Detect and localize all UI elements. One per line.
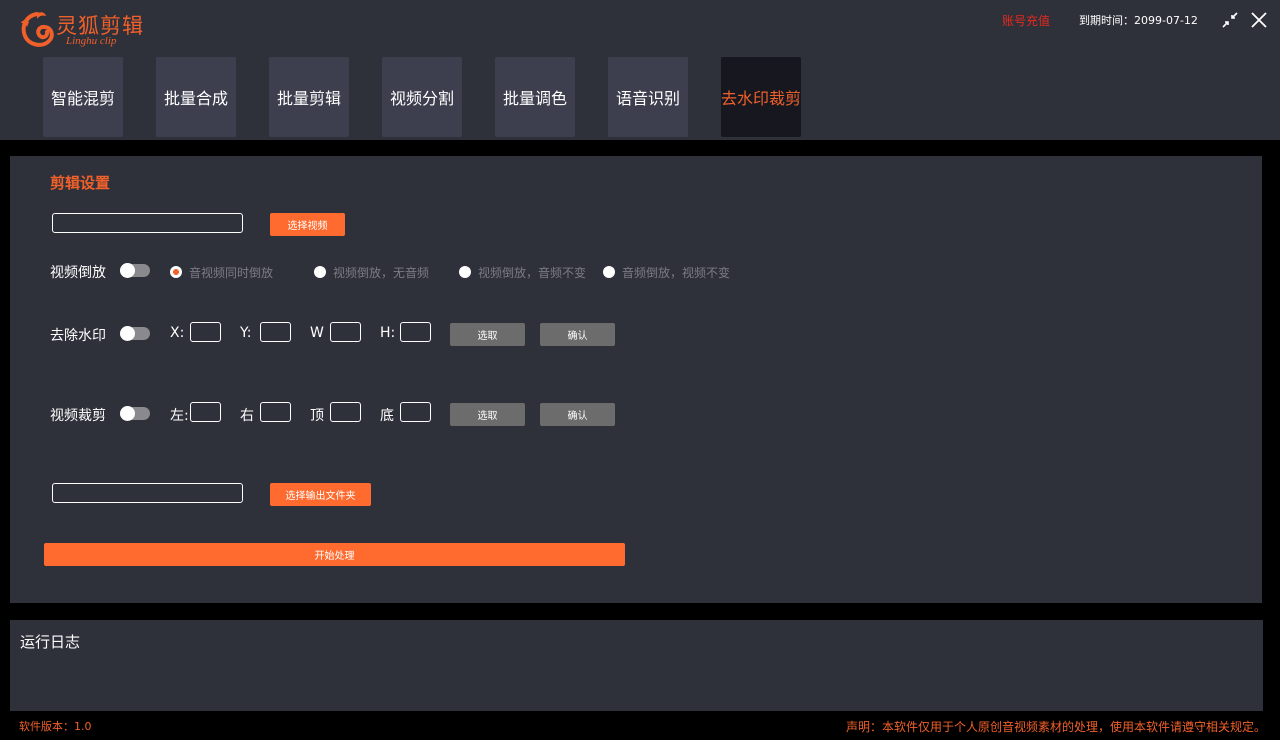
watermark-select-button[interactable]: 选取	[450, 323, 525, 346]
crop-confirm-button[interactable]: 确认	[540, 403, 615, 426]
watermark-y-label: Y:	[240, 325, 252, 341]
reverse-label: 视频倒放	[50, 265, 106, 281]
watermark-toggle[interactable]	[120, 326, 150, 341]
radio-label: 音频倒放，视频不变	[622, 265, 731, 280]
log-title: 运行日志	[20, 633, 81, 651]
output-folder-input[interactable]	[52, 483, 243, 503]
account-recharge-link[interactable]: 账号充值	[1002, 12, 1050, 29]
shrink-arrows-icon	[1222, 12, 1238, 28]
radio-dot	[170, 266, 182, 278]
watermark-h-input[interactable]	[400, 322, 431, 342]
tab-batch-edit[interactable]: 批量剪辑	[269, 57, 349, 137]
reverse-option-both[interactable]: 音视频同时倒放	[170, 265, 274, 280]
toggle-knob	[120, 326, 135, 341]
select-video-button[interactable]: 选择视频	[270, 213, 345, 236]
top-bar: 灵狐剪辑 Linghu clip 账号充值 到期时间：2099-07-12 智能…	[0, 0, 1280, 140]
expiry-date: 到期时间：2099-07-12	[1079, 14, 1198, 27]
app-logo: 灵狐剪辑 Linghu clip	[18, 8, 148, 52]
crop-left-label: 左:	[170, 408, 189, 424]
crop-right-label: 右	[240, 408, 254, 424]
video-path-input[interactable]	[52, 213, 243, 233]
watermark-w-input[interactable]	[330, 322, 361, 342]
log-panel: 运行日志	[10, 620, 1263, 711]
radio-label: 视频倒放，音频不变	[478, 265, 587, 280]
disclaimer-text: 声明：本软件仅用于个人原创音视频素材的处理，使用本软件请遵守相关规定。	[845, 720, 1266, 734]
toggle-knob	[120, 406, 135, 421]
section-title: 剪辑设置	[50, 174, 111, 192]
tab-watermark-crop[interactable]: 去水印裁剪	[721, 57, 801, 137]
watermark-label: 去除水印	[50, 328, 106, 344]
reverse-toggle[interactable]	[120, 263, 150, 278]
crop-left-input[interactable]	[190, 402, 221, 422]
close-button[interactable]	[1249, 10, 1269, 30]
crop-bottom-input[interactable]	[400, 402, 431, 422]
radio-label: 音视频同时倒放	[189, 265, 274, 280]
crop-label: 视频裁剪	[50, 408, 106, 424]
watermark-confirm-button[interactable]: 确认	[540, 323, 615, 346]
crop-bottom-label: 底	[380, 408, 394, 424]
reverse-option-video-audio-unchanged[interactable]: 视频倒放，音频不变	[459, 265, 587, 280]
watermark-y-input[interactable]	[260, 322, 291, 342]
select-output-folder-button[interactable]: 选择输出文件夹	[270, 483, 371, 506]
watermark-x-input[interactable]	[190, 322, 221, 342]
radio-dot	[314, 266, 326, 278]
logo-subtitle: Linghu clip	[66, 35, 117, 47]
close-x-icon	[1251, 12, 1267, 28]
crop-select-button[interactable]: 选取	[450, 403, 525, 426]
software-version: 软件版本：1.0	[19, 720, 92, 733]
crop-right-input[interactable]	[260, 402, 291, 422]
crop-toggle[interactable]	[120, 406, 150, 421]
settings-panel: 剪辑设置 选择视频 视频倒放 音视频同时倒放 视频倒放，无音频 视频倒放，音频不…	[10, 156, 1262, 603]
reverse-option-video-no-audio[interactable]: 视频倒放，无音频	[314, 265, 430, 280]
watermark-x-label: X:	[170, 325, 185, 341]
tab-video-split[interactable]: 视频分割	[382, 57, 462, 137]
crop-top-input[interactable]	[330, 402, 361, 422]
reverse-option-audio-video-unchanged[interactable]: 音频倒放，视频不变	[603, 265, 731, 280]
tab-batch-merge[interactable]: 批量合成	[156, 57, 236, 137]
watermark-w-label: W	[310, 325, 324, 341]
tab-batch-color[interactable]: 批量调色	[495, 57, 575, 137]
fox-swirl-icon	[21, 12, 54, 47]
tab-speech-recognition[interactable]: 语音识别	[608, 57, 688, 137]
toggle-knob	[120, 263, 135, 278]
radio-dot	[603, 266, 615, 278]
radio-label: 视频倒放，无音频	[333, 265, 430, 280]
tab-smart-mix[interactable]: 智能混剪	[43, 57, 123, 137]
crop-top-label: 顶	[310, 408, 324, 424]
radio-dot	[459, 266, 471, 278]
start-processing-button[interactable]: 开始处理	[44, 543, 625, 566]
minimize-button[interactable]	[1220, 10, 1240, 30]
watermark-h-label: H:	[380, 325, 396, 341]
